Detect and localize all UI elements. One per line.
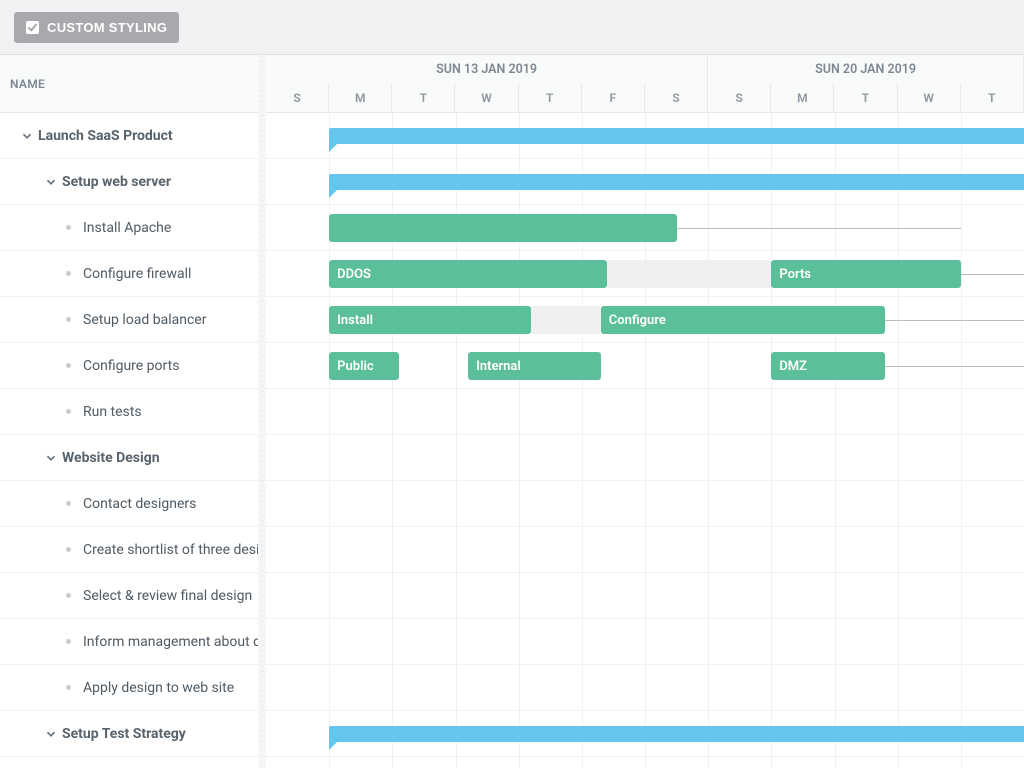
- day-header-cell: W: [455, 83, 518, 113]
- task-bar-label: DDOS: [337, 267, 371, 282]
- custom-styling-label: CUSTOM STYLING: [47, 20, 167, 35]
- task-label: Contact designers: [83, 496, 196, 512]
- day-header-cell: T: [961, 83, 1024, 113]
- task-bar-label: Internal: [476, 359, 521, 374]
- task-row[interactable]: Select & review final design: [0, 573, 258, 619]
- task-label: Install Apache: [83, 220, 171, 236]
- gantt-chart[interactable]: DDOS Ports Install Configure Public Internal D…: [266, 113, 1024, 768]
- task-bar-label: Public: [337, 359, 373, 374]
- name-column-header: NAME: [10, 77, 45, 91]
- task-bar[interactable]: Install: [329, 306, 531, 334]
- gantt-row[interactable]: [266, 527, 1024, 573]
- task-row[interactable]: Run tests: [0, 389, 258, 435]
- task-bar[interactable]: Ports: [771, 260, 961, 288]
- task-tree: Launch SaaS Product Setup web server Insta…: [0, 113, 258, 757]
- day-header-cell: F: [582, 83, 645, 113]
- gantt-row[interactable]: [266, 573, 1024, 619]
- task-row[interactable]: Configure firewall: [0, 251, 258, 297]
- task-label: Run tests: [83, 404, 142, 420]
- task-label: Setup Test Strategy: [62, 726, 186, 742]
- day-header-cell: M: [771, 83, 834, 113]
- bullet-icon: [66, 363, 71, 368]
- task-bar-gap: [531, 306, 600, 334]
- summary-bar[interactable]: [329, 726, 1024, 742]
- bullet-icon: [66, 271, 71, 276]
- task-row[interactable]: Launch SaaS Product: [0, 113, 258, 159]
- task-label: Setup load balancer: [83, 312, 206, 328]
- task-bar[interactable]: Public: [329, 352, 398, 380]
- bullet-icon: [66, 547, 71, 552]
- day-header-cell: T: [392, 83, 455, 113]
- task-label: Select & review final design: [83, 588, 252, 604]
- task-label: Launch SaaS Product: [38, 128, 173, 144]
- chevron-down-icon[interactable]: [20, 129, 34, 143]
- day-header-cell: S: [266, 83, 329, 113]
- task-row[interactable]: Inform management about decision: [0, 619, 258, 665]
- bullet-icon: [66, 639, 71, 644]
- date-header-cell: SUN 13 JAN 2019: [266, 55, 708, 83]
- day-header-cell: T: [519, 83, 582, 113]
- task-bar[interactable]: DMZ: [771, 352, 885, 380]
- task-row[interactable]: Configure ports: [0, 343, 258, 389]
- task-list-header: NAME: [0, 55, 258, 113]
- dependency-line: [961, 274, 1024, 275]
- task-bar-gap: [607, 260, 771, 288]
- dependency-line: [885, 320, 1024, 321]
- day-header-cell: S: [645, 83, 708, 113]
- task-bar-label: Install: [337, 313, 373, 328]
- task-label: Inform management about decision: [83, 634, 258, 650]
- bullet-icon: [66, 225, 71, 230]
- summary-bar[interactable]: [329, 128, 1024, 144]
- task-label: Configure ports: [83, 358, 179, 374]
- checkbox-icon: [26, 21, 39, 34]
- bullet-icon: [66, 317, 71, 322]
- day-header-cell: S: [708, 83, 771, 113]
- day-header-cell: M: [329, 83, 392, 113]
- task-row[interactable]: Contact designers: [0, 481, 258, 527]
- bullet-icon: [66, 685, 71, 690]
- day-header-cell: T: [834, 83, 897, 113]
- task-list-panel: NAME Launch SaaS Product Setup web server…: [0, 55, 258, 768]
- timeline-header: SUN 13 JAN 2019SUN 20 JAN 2019 SMTWTFSSM…: [266, 55, 1024, 113]
- task-row[interactable]: Create shortlist of three designers: [0, 527, 258, 573]
- bullet-icon: [66, 593, 71, 598]
- summary-bar[interactable]: [329, 174, 1024, 190]
- task-row[interactable]: Setup load balancer: [0, 297, 258, 343]
- gantt-row[interactable]: [266, 435, 1024, 481]
- task-row[interactable]: Website Design: [0, 435, 258, 481]
- task-row[interactable]: Setup web server: [0, 159, 258, 205]
- gantt-row[interactable]: [266, 481, 1024, 527]
- toolbar: CUSTOM STYLING: [0, 0, 1024, 55]
- task-bar[interactable]: [329, 214, 676, 242]
- task-bar[interactable]: DDOS: [329, 260, 607, 288]
- task-label: Configure firewall: [83, 266, 191, 282]
- task-label: Create shortlist of three designers: [83, 542, 258, 558]
- dependency-line: [885, 366, 1024, 367]
- chevron-down-icon[interactable]: [44, 727, 58, 741]
- bullet-icon: [66, 501, 71, 506]
- day-header-cell: W: [898, 83, 961, 113]
- task-row[interactable]: Install Apache: [0, 205, 258, 251]
- task-label: Setup web server: [62, 174, 171, 190]
- task-label: Apply design to web site: [83, 680, 234, 696]
- gantt-row[interactable]: [266, 665, 1024, 711]
- task-bar[interactable]: Configure: [601, 306, 885, 334]
- task-row[interactable]: Apply design to web site: [0, 665, 258, 711]
- task-row[interactable]: Setup Test Strategy: [0, 711, 258, 757]
- bullet-icon: [66, 409, 71, 414]
- date-header-cell: SUN 20 JAN 2019: [708, 55, 1024, 83]
- task-bar-label: Ports: [779, 267, 811, 282]
- task-bar[interactable]: Internal: [468, 352, 601, 380]
- task-label: Website Design: [62, 450, 160, 466]
- chevron-down-icon[interactable]: [44, 451, 58, 465]
- timeline-panel: SUN 13 JAN 2019SUN 20 JAN 2019 SMTWTFSSM…: [266, 55, 1024, 768]
- gantt-row[interactable]: [266, 619, 1024, 665]
- splitter[interactable]: [258, 55, 266, 768]
- dependency-line: [677, 228, 961, 229]
- custom-styling-button[interactable]: CUSTOM STYLING: [14, 12, 179, 43]
- task-bar-label: DMZ: [779, 359, 807, 374]
- task-bar-label: Configure: [609, 313, 666, 328]
- gantt-row[interactable]: [266, 389, 1024, 435]
- chevron-down-icon[interactable]: [44, 175, 58, 189]
